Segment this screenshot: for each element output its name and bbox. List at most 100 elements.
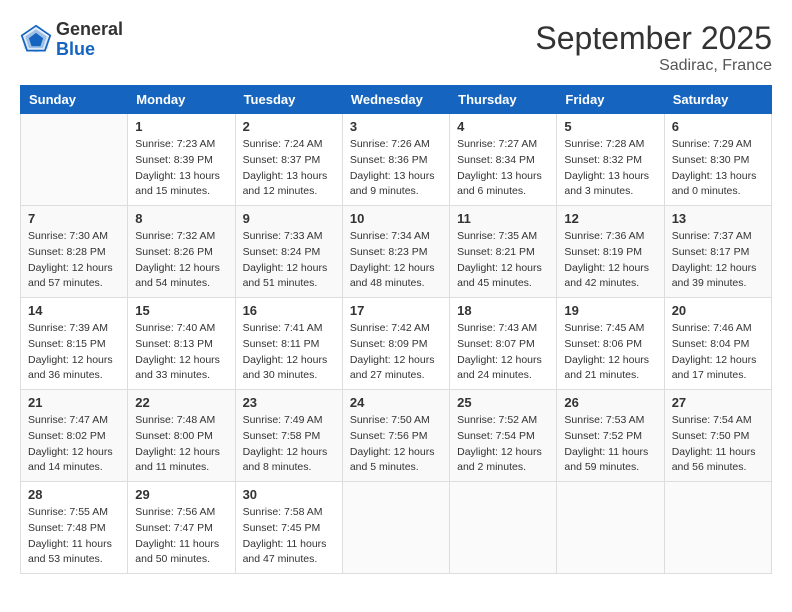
calendar-cell: 15 Sunrise: 7:40 AMSunset: 8:13 PMDayligh… <box>128 298 235 390</box>
day-info: Sunrise: 7:49 AMSunset: 7:58 PMDaylight:… <box>243 413 335 476</box>
day-info: Sunrise: 7:29 AMSunset: 8:30 PMDaylight:… <box>672 137 764 200</box>
day-info: Sunrise: 7:28 AMSunset: 8:32 PMDaylight:… <box>564 137 656 200</box>
day-number: 14 <box>28 303 120 318</box>
calendar-cell: 27 Sunrise: 7:54 AMSunset: 7:50 PMDayligh… <box>664 390 771 482</box>
day-number: 20 <box>672 303 764 318</box>
day-info: Sunrise: 7:33 AMSunset: 8:24 PMDaylight:… <box>243 229 335 292</box>
day-number: 18 <box>457 303 549 318</box>
day-number: 3 <box>350 119 442 134</box>
calendar-week-row: 1 Sunrise: 7:23 AMSunset: 8:39 PMDaylight… <box>21 114 772 206</box>
day-number: 26 <box>564 395 656 410</box>
day-info: Sunrise: 7:39 AMSunset: 8:15 PMDaylight:… <box>28 321 120 384</box>
day-info: Sunrise: 7:32 AMSunset: 8:26 PMDaylight:… <box>135 229 227 292</box>
day-info: Sunrise: 7:48 AMSunset: 8:00 PMDaylight:… <box>135 413 227 476</box>
calendar-cell: 24Sunrise: 7:50 AMSunset: 7:56 PMDayligh… <box>342 390 449 482</box>
calendar-cell: 3 Sunrise: 7:26 AMSunset: 8:36 PMDaylight… <box>342 114 449 206</box>
calendar-cell: 30 Sunrise: 7:58 AMSunset: 7:45 PMDayligh… <box>235 482 342 574</box>
day-info: Sunrise: 7:40 AMSunset: 8:13 PMDaylight:… <box>135 321 227 384</box>
calendar-week-row: 14 Sunrise: 7:39 AMSunset: 8:15 PMDayligh… <box>21 298 772 390</box>
day-info: Sunrise: 7:41 AMSunset: 8:11 PMDaylight:… <box>243 321 335 384</box>
calendar-week-row: 21Sunrise: 7:47 AMSunset: 8:02 PMDayligh… <box>21 390 772 482</box>
month-title: September 2025 <box>535 20 772 57</box>
day-info: Sunrise: 7:53 AMSunset: 7:52 PMDaylight:… <box>564 413 656 476</box>
calendar-week-row: 28Sunrise: 7:55 AMSunset: 7:48 PMDayligh… <box>21 482 772 574</box>
day-info: Sunrise: 7:24 AMSunset: 8:37 PMDaylight:… <box>243 137 335 200</box>
day-info: Sunrise: 7:37 AMSunset: 8:17 PMDaylight:… <box>672 229 764 292</box>
day-number: 8 <box>135 211 227 226</box>
day-info: Sunrise: 7:42 AMSunset: 8:09 PMDaylight:… <box>350 321 442 384</box>
day-number: 17 <box>350 303 442 318</box>
calendar-cell: 23 Sunrise: 7:49 AMSunset: 7:58 PMDayligh… <box>235 390 342 482</box>
day-number: 10 <box>350 211 442 226</box>
calendar-cell: 12Sunrise: 7:36 AMSunset: 8:19 PMDayligh… <box>557 206 664 298</box>
calendar-cell: 19 Sunrise: 7:45 AMSunset: 8:06 PMDayligh… <box>557 298 664 390</box>
day-info: Sunrise: 7:23 AMSunset: 8:39 PMDaylight:… <box>135 137 227 200</box>
logo-icon <box>20 24 52 56</box>
calendar-cell <box>21 114 128 206</box>
calendar-cell: 29 Sunrise: 7:56 AMSunset: 7:47 PMDayligh… <box>128 482 235 574</box>
day-info: Sunrise: 7:34 AMSunset: 8:23 PMDaylight:… <box>350 229 442 292</box>
day-number: 16 <box>243 303 335 318</box>
weekday-header-thursday: Thursday <box>450 86 557 114</box>
calendar-cell <box>342 482 449 574</box>
calendar-cell: 20 Sunrise: 7:46 AMSunset: 8:04 PMDayligh… <box>664 298 771 390</box>
day-number: 22 <box>135 395 227 410</box>
calendar-cell: 6Sunrise: 7:29 AMSunset: 8:30 PMDaylight… <box>664 114 771 206</box>
day-number: 13 <box>672 211 764 226</box>
day-number: 24 <box>350 395 442 410</box>
weekday-header-tuesday: Tuesday <box>235 86 342 114</box>
page-header: General Blue September 2025 Sadirac, Fra… <box>20 20 772 75</box>
day-info: Sunrise: 7:30 AMSunset: 8:28 PMDaylight:… <box>28 229 120 292</box>
weekday-header-saturday: Saturday <box>664 86 771 114</box>
day-info: Sunrise: 7:27 AMSunset: 8:34 PMDaylight:… <box>457 137 549 200</box>
calendar-cell: 16 Sunrise: 7:41 AMSunset: 8:11 PMDayligh… <box>235 298 342 390</box>
weekday-header-monday: Monday <box>128 86 235 114</box>
calendar-cell: 4 Sunrise: 7:27 AMSunset: 8:34 PMDaylight… <box>450 114 557 206</box>
day-info: Sunrise: 7:35 AMSunset: 8:21 PMDaylight:… <box>457 229 549 292</box>
day-number: 29 <box>135 487 227 502</box>
weekday-header-friday: Friday <box>557 86 664 114</box>
day-number: 9 <box>243 211 335 226</box>
day-info: Sunrise: 7:26 AMSunset: 8:36 PMDaylight:… <box>350 137 442 200</box>
day-number: 2 <box>243 119 335 134</box>
day-number: 30 <box>243 487 335 502</box>
day-info: Sunrise: 7:36 AMSunset: 8:19 PMDaylight:… <box>564 229 656 292</box>
day-number: 15 <box>135 303 227 318</box>
calendar-cell: 25 Sunrise: 7:52 AMSunset: 7:54 PMDayligh… <box>450 390 557 482</box>
day-info: Sunrise: 7:46 AMSunset: 8:04 PMDaylight:… <box>672 321 764 384</box>
day-number: 1 <box>135 119 227 134</box>
calendar-cell: 9 Sunrise: 7:33 AMSunset: 8:24 PMDaylight… <box>235 206 342 298</box>
calendar-cell: 18 Sunrise: 7:43 AMSunset: 8:07 PMDayligh… <box>450 298 557 390</box>
day-info: Sunrise: 7:52 AMSunset: 7:54 PMDaylight:… <box>457 413 549 476</box>
calendar-cell: 21Sunrise: 7:47 AMSunset: 8:02 PMDayligh… <box>21 390 128 482</box>
calendar-cell <box>450 482 557 574</box>
calendar-cell: 5 Sunrise: 7:28 AMSunset: 8:32 PMDaylight… <box>557 114 664 206</box>
weekday-header-sunday: Sunday <box>21 86 128 114</box>
calendar-cell: 11 Sunrise: 7:35 AMSunset: 8:21 PMDayligh… <box>450 206 557 298</box>
day-number: 23 <box>243 395 335 410</box>
calendar-week-row: 7 Sunrise: 7:30 AMSunset: 8:28 PMDaylight… <box>21 206 772 298</box>
calendar-cell: 28Sunrise: 7:55 AMSunset: 7:48 PMDayligh… <box>21 482 128 574</box>
calendar-cell: 8 Sunrise: 7:32 AMSunset: 8:26 PMDaylight… <box>128 206 235 298</box>
day-info: Sunrise: 7:47 AMSunset: 8:02 PMDaylight:… <box>28 413 120 476</box>
day-number: 4 <box>457 119 549 134</box>
day-info: Sunrise: 7:54 AMSunset: 7:50 PMDaylight:… <box>672 413 764 476</box>
calendar-cell: 14 Sunrise: 7:39 AMSunset: 8:15 PMDayligh… <box>21 298 128 390</box>
day-info: Sunrise: 7:43 AMSunset: 8:07 PMDaylight:… <box>457 321 549 384</box>
day-number: 27 <box>672 395 764 410</box>
calendar-cell: 2 Sunrise: 7:24 AMSunset: 8:37 PMDaylight… <box>235 114 342 206</box>
day-number: 25 <box>457 395 549 410</box>
day-info: Sunrise: 7:58 AMSunset: 7:45 PMDaylight:… <box>243 505 335 568</box>
day-number: 11 <box>457 211 549 226</box>
calendar-cell: 13 Sunrise: 7:37 AMSunset: 8:17 PMDayligh… <box>664 206 771 298</box>
day-info: Sunrise: 7:45 AMSunset: 8:06 PMDaylight:… <box>564 321 656 384</box>
calendar-cell: 10 Sunrise: 7:34 AMSunset: 8:23 PMDayligh… <box>342 206 449 298</box>
calendar-cell: 1 Sunrise: 7:23 AMSunset: 8:39 PMDaylight… <box>128 114 235 206</box>
day-number: 5 <box>564 119 656 134</box>
calendar-cell: 7 Sunrise: 7:30 AMSunset: 8:28 PMDaylight… <box>21 206 128 298</box>
day-number: 7 <box>28 211 120 226</box>
day-info: Sunrise: 7:56 AMSunset: 7:47 PMDaylight:… <box>135 505 227 568</box>
calendar-cell: 17 Sunrise: 7:42 AMSunset: 8:09 PMDayligh… <box>342 298 449 390</box>
day-number: 19 <box>564 303 656 318</box>
calendar-cell <box>557 482 664 574</box>
